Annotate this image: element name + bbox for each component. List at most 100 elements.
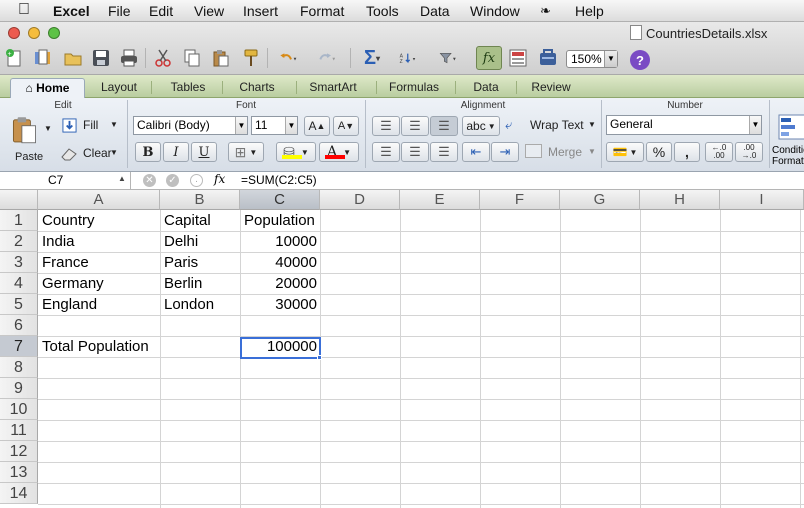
cell-b5[interactable]: London [164, 294, 238, 315]
wrap-text-button[interactable]: ⤶ Wrap Text ▼ [505, 116, 596, 136]
column-header-c[interactable]: C [240, 190, 320, 210]
formula-builder-icon[interactable]: fx [476, 46, 502, 70]
tab-charts[interactable]: Charts [230, 78, 284, 98]
cell-b3[interactable]: Paris [164, 252, 238, 273]
zoom-window-button[interactable] [48, 27, 60, 39]
clear-button[interactable]: Clear ▼ [60, 144, 122, 164]
sort-icon[interactable]: A Z ▾ [393, 47, 425, 69]
column-header-i[interactable]: I [720, 190, 804, 210]
cell-b2[interactable]: Delhi [164, 231, 238, 252]
script-menu-icon[interactable]: ❧ [540, 3, 551, 19]
tab-tables[interactable]: Tables [161, 78, 215, 98]
cell-a2[interactable]: India [42, 231, 158, 252]
cell-b4[interactable]: Berlin [164, 273, 238, 294]
stepper-icon[interactable]: ▲ [118, 174, 126, 183]
toolbox-icon[interactable] [537, 47, 559, 69]
row-header-6[interactable]: 6 [0, 315, 38, 336]
currency-format-button[interactable]: 💳 ▼ [606, 142, 644, 162]
grow-font-button[interactable]: A ▲ [304, 116, 330, 136]
comma-button[interactable]: , [674, 142, 700, 162]
decrease-decimal-button[interactable]: .00 →.0 [735, 142, 763, 162]
row-header-8[interactable]: 8 [0, 357, 38, 378]
column-header-f[interactable]: F [480, 190, 560, 210]
autosum-icon[interactable]: Σ ▾ [358, 47, 386, 69]
zoom-select[interactable]: 150% ▼ [566, 50, 618, 68]
menu-help[interactable]: Help [575, 3, 604, 19]
tab-layout[interactable]: Layout [92, 78, 146, 98]
gallery-icon[interactable] [507, 47, 529, 69]
name-box[interactable]: C7 [0, 172, 131, 189]
column-header-a[interactable]: A [38, 190, 160, 210]
paste-button[interactable]: ▼ Paste [6, 116, 54, 168]
filter-icon[interactable]: ▾ [434, 47, 464, 69]
font-name-select[interactable]: Calibri (Body) ▼ [133, 116, 248, 135]
row-header-7[interactable]: 7 [0, 336, 38, 357]
tab-review[interactable]: Review [522, 78, 580, 98]
spreadsheet-grid[interactable]: A B C D E F G H I 1 2 3 4 5 6 7 8 9 10 1… [0, 190, 804, 508]
column-header-e[interactable]: E [400, 190, 480, 210]
cell-a7[interactable]: Total Population [42, 336, 158, 357]
cut-icon[interactable] [152, 47, 174, 69]
cell-a4[interactable]: Germany [42, 273, 158, 294]
row-header-14[interactable]: 14 [0, 483, 38, 504]
row-header-2[interactable]: 2 [0, 231, 38, 252]
row-header-9[interactable]: 9 [0, 378, 38, 399]
menu-data[interactable]: Data [420, 3, 450, 19]
cell-a3[interactable]: France [42, 252, 158, 273]
shrink-font-button[interactable]: A ▼ [333, 116, 359, 136]
row-header-13[interactable]: 13 [0, 462, 38, 483]
open-icon[interactable] [62, 47, 84, 69]
column-header-h[interactable]: H [640, 190, 720, 210]
cell-c5[interactable]: 30000 [240, 294, 317, 315]
cell-c3[interactable]: 40000 [240, 252, 317, 273]
row-header-1[interactable]: 1 [0, 210, 38, 231]
column-header-b[interactable]: B [160, 190, 240, 210]
align-top-button[interactable]: ☰ [372, 116, 400, 136]
row-header-3[interactable]: 3 [0, 252, 38, 273]
number-format-select[interactable]: General ▼ [606, 115, 762, 135]
column-header-g[interactable]: G [560, 190, 640, 210]
text-orientation-button[interactable]: abc ▼ [462, 116, 500, 136]
decrease-indent-button[interactable]: ⇤ [462, 142, 490, 162]
underline-button[interactable]: U [191, 142, 217, 162]
column-header-d[interactable]: D [320, 190, 400, 210]
italic-button[interactable]: I [163, 142, 189, 162]
new-workbook-icon[interactable]: + [3, 47, 25, 69]
merge-button[interactable]: Merge ▼ [525, 142, 596, 162]
cell-a1[interactable]: Country [42, 210, 158, 231]
apple-menu-icon[interactable]:  [18, 1, 30, 19]
menu-format[interactable]: Format [300, 3, 344, 19]
align-right-button[interactable]: ☰ [430, 142, 458, 162]
row-header-4[interactable]: 4 [0, 273, 38, 294]
templates-icon[interactable] [32, 47, 54, 69]
increase-decimal-button[interactable]: ←.0 .00 [705, 142, 733, 162]
close-window-button[interactable] [8, 27, 20, 39]
menu-app-name[interactable]: Excel [53, 3, 90, 19]
copy-icon[interactable] [181, 47, 203, 69]
tab-home[interactable]: ⌂ Home [10, 78, 85, 98]
fill-color-button[interactable]: ⛁ ▼ [276, 142, 316, 162]
row-header-12[interactable]: 12 [0, 441, 38, 462]
row-header-5[interactable]: 5 [0, 294, 38, 315]
borders-button[interactable]: ⊞ ▼ [228, 142, 264, 162]
row-header-10[interactable]: 10 [0, 399, 38, 420]
format-painter-icon[interactable] [240, 47, 262, 69]
redo-icon[interactable]: ▾ [312, 47, 342, 69]
fill-button[interactable]: Fill ▼ [60, 116, 122, 136]
bold-button[interactable]: B [135, 142, 161, 162]
menu-window[interactable]: Window [470, 3, 520, 19]
select-all-corner[interactable] [0, 190, 38, 210]
row-header-11[interactable]: 11 [0, 420, 38, 441]
paste-icon[interactable] [210, 47, 232, 69]
menu-file[interactable]: File [108, 3, 131, 19]
tab-smartart[interactable]: SmartArt [302, 78, 364, 98]
cancel-entry-icon[interactable]: ✕ [143, 174, 156, 187]
font-color-button[interactable]: A ▼ [319, 142, 359, 162]
tab-data[interactable]: Data [462, 78, 510, 98]
print-icon[interactable] [118, 47, 140, 69]
cell-b1[interactable]: Capital [164, 210, 238, 231]
menu-view[interactable]: View [194, 3, 224, 19]
menu-tools[interactable]: Tools [366, 3, 399, 19]
font-size-select[interactable]: 11 ▼ [251, 116, 298, 135]
cell-c2[interactable]: 10000 [240, 231, 317, 252]
